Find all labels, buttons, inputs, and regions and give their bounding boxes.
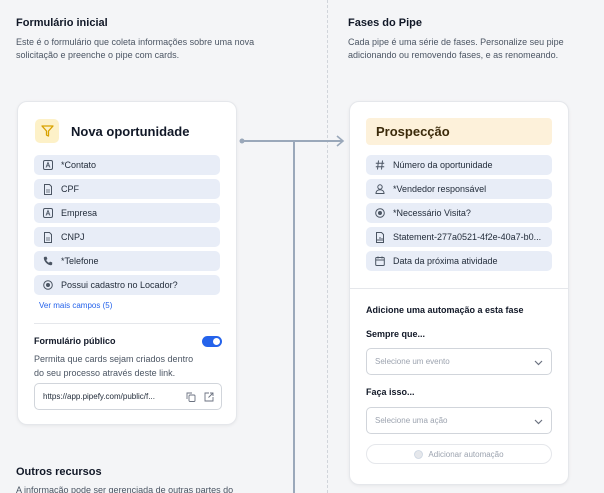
- formula-icon: [374, 231, 385, 243]
- field-label: CNPJ: [61, 232, 85, 242]
- other-resources-title: Outros recursos: [16, 466, 102, 478]
- action-select-placeholder: Selecione uma ação: [375, 416, 448, 425]
- desc-line: do seu processo através deste link.: [34, 368, 176, 378]
- desc-line: adicionando ou removendo fases, e as ren…: [348, 50, 559, 60]
- phase-field-necessario-visita[interactable]: *Necessário Visita?: [366, 203, 552, 223]
- field-label: CPF: [61, 184, 79, 194]
- start-form-title: Nova oportunidade: [71, 123, 190, 139]
- start-form-section-title: Formulário inicial: [16, 17, 108, 29]
- start-form-card[interactable]: Nova oportunidade *Contato CPF Empresa C…: [17, 101, 237, 425]
- chevron-down-icon: [534, 412, 543, 430]
- do-label: Faça isso...: [366, 387, 415, 397]
- event-select-placeholder: Selecione um evento: [375, 357, 450, 366]
- radio-icon: [374, 208, 385, 219]
- text-field-icon: [42, 160, 53, 171]
- public-form-url: https://app.pipefy.com/public/f...: [43, 392, 155, 401]
- phases-section-desc: Cada pipe é uma série de fases. Personal…: [348, 36, 564, 62]
- phase-field-numero-oportunidade[interactable]: Número da oportunidade: [366, 155, 552, 175]
- form-field-contato[interactable]: *Contato: [34, 155, 220, 175]
- desc-line: Cada pipe é uma série de fases. Personal…: [348, 37, 564, 47]
- public-form-url-field[interactable]: https://app.pipefy.com/public/f...: [34, 383, 222, 410]
- chevron-down-icon: [534, 353, 543, 371]
- field-label: *Telefone: [61, 256, 99, 266]
- funnel-icon: [35, 119, 59, 143]
- automation-icon: [414, 449, 424, 459]
- field-label: Empresa: [61, 208, 98, 218]
- text-field-icon: [42, 208, 53, 219]
- form-field-cpf[interactable]: CPF: [34, 179, 220, 199]
- hash-icon: [374, 160, 385, 171]
- add-automation-button[interactable]: Adicionar automação: [366, 444, 552, 464]
- see-more-fields-link[interactable]: Ver mais campos (5): [39, 301, 112, 310]
- add-automation-label: Adicionar automação: [428, 449, 504, 459]
- form-field-cadastro-locador[interactable]: Possui cadastro no Locador?: [34, 275, 220, 295]
- public-form-desc: Permita que cards sejam criados dentro d…: [34, 352, 193, 380]
- radio-icon: [42, 280, 53, 291]
- when-label: Sempre que...: [366, 329, 426, 339]
- card-divider: [34, 323, 220, 324]
- start-form-section-desc: Este é o formulário que coleta informaçõ…: [16, 36, 254, 62]
- phase-card[interactable]: Prospecção Número da oportunidade *Vende…: [349, 101, 569, 485]
- public-form-label: Formulário público: [34, 336, 116, 346]
- public-form-toggle[interactable]: [202, 336, 222, 347]
- field-label: *Necessário Visita?: [393, 208, 471, 218]
- calendar-icon: [374, 256, 385, 267]
- desc-line: Permita que cards sejam criados dentro: [34, 354, 194, 364]
- open-external-icon[interactable]: [203, 391, 215, 403]
- field-label: Número da oportunidade: [393, 160, 493, 170]
- form-field-telefone[interactable]: *Telefone: [34, 251, 220, 271]
- card-divider: [350, 288, 568, 289]
- phases-section-title: Fases do Pipe: [348, 17, 422, 29]
- desc-line: Este é o formulário que coleta informaçõ…: [16, 37, 255, 47]
- event-select[interactable]: Selecione um evento: [366, 348, 552, 375]
- user-icon: [374, 184, 385, 195]
- desc-line: solicitação e preenche o pipe com cards.: [16, 50, 180, 60]
- copy-icon[interactable]: [185, 391, 197, 403]
- start-form-header: Nova oportunidade: [35, 119, 189, 143]
- document-icon: [42, 183, 53, 195]
- phase-title[interactable]: Prospecção: [366, 118, 552, 145]
- field-label: Possui cadastro no Locador?: [61, 280, 178, 290]
- document-icon: [42, 231, 53, 243]
- other-resources-desc: A informação pode ser gerenciada de outr…: [16, 485, 234, 493]
- action-select[interactable]: Selecione uma ação: [366, 407, 552, 434]
- phase-field-data-proxima-atividade[interactable]: Data da próxima atividade: [366, 251, 552, 271]
- field-label: *Contato: [61, 160, 97, 170]
- field-label: Data da próxima atividade: [393, 256, 498, 266]
- form-field-cnpj[interactable]: CNPJ: [34, 227, 220, 247]
- field-label: *Vendedor responsável: [393, 184, 487, 194]
- phase-field-vendedor[interactable]: *Vendedor responsável: [366, 179, 552, 199]
- phase-field-statement[interactable]: Statement-277a0521-4f2e-40a7-b0...: [366, 227, 552, 247]
- field-label: Statement-277a0521-4f2e-40a7-b0...: [393, 232, 542, 242]
- phone-icon: [42, 256, 53, 267]
- automation-title: Adicione uma automação a esta fase: [366, 305, 524, 315]
- form-field-empresa[interactable]: Empresa: [34, 203, 220, 223]
